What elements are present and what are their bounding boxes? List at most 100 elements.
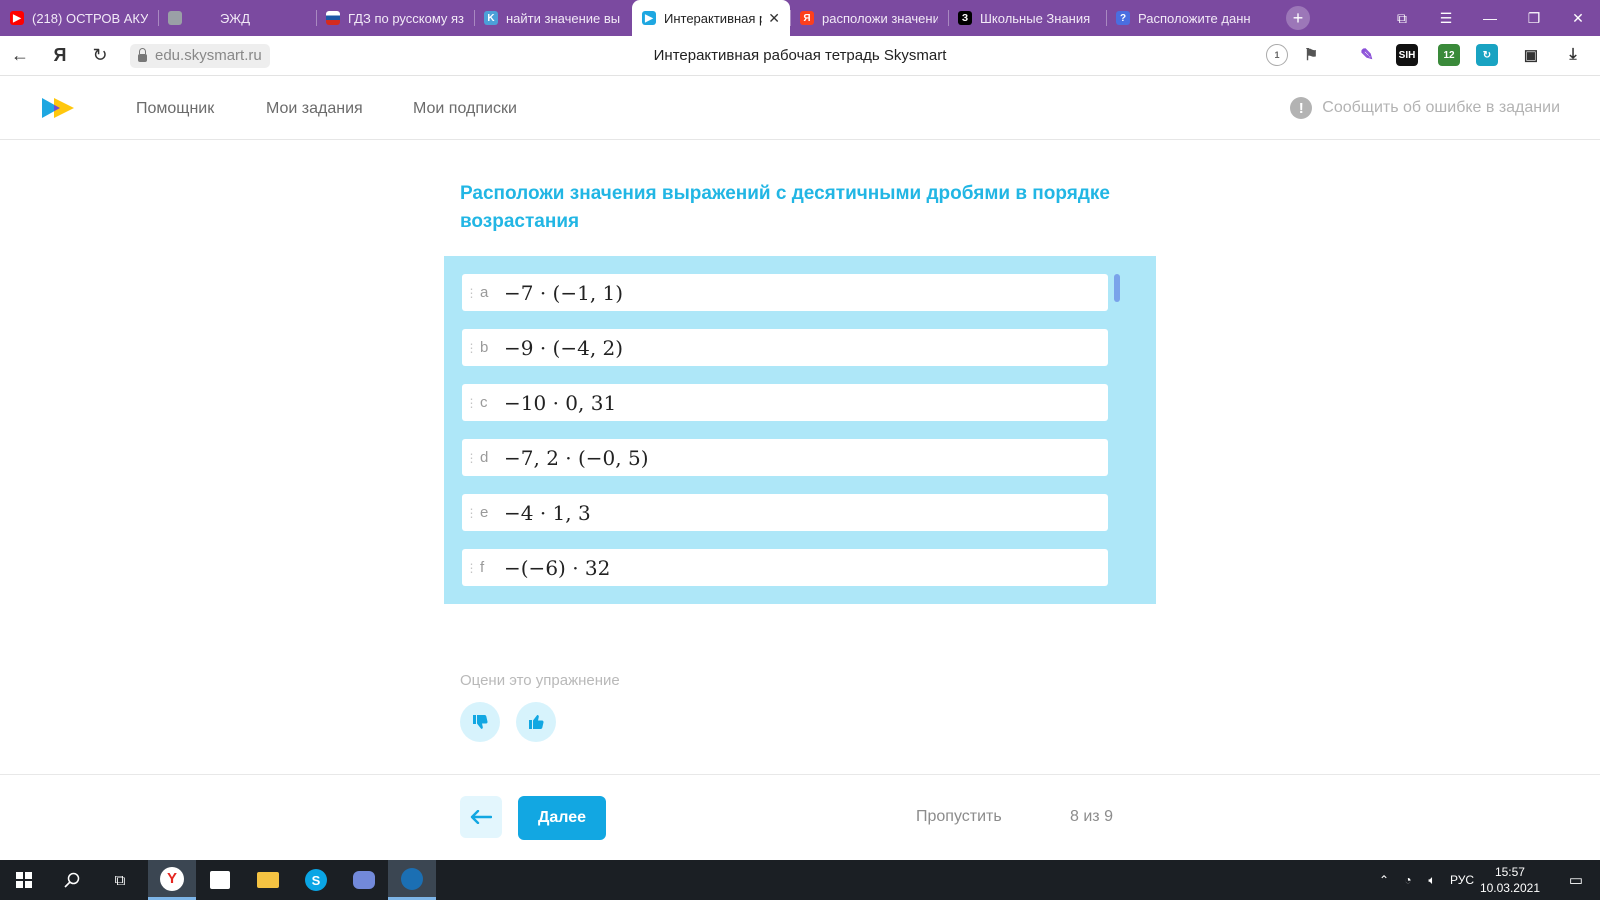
notifications-icon[interactable]: ▭ (1552, 860, 1600, 900)
collections-icon[interactable]: ▣ (1520, 44, 1542, 66)
browser-tab[interactable]: ? Расположите данн (1106, 0, 1264, 36)
reload-icon[interactable]: ↻ (80, 45, 120, 66)
next-button[interactable]: Далее (518, 796, 606, 840)
draggable-item[interactable]: ⋮ c −10 · 0, 31 (462, 384, 1108, 421)
draggable-item[interactable]: ⋮ d −7, 2 · (−0, 5) (462, 439, 1108, 476)
draggable-item[interactable]: ⋮ e −4 · 1, 3 (462, 494, 1108, 531)
yandex-icon: Я (800, 11, 814, 25)
arrow-left-icon (470, 810, 492, 824)
exclamation-icon: ! (1290, 97, 1313, 119)
thumbs-down-button[interactable] (460, 702, 500, 742)
back-arrow-icon[interactable]: ← (0, 45, 40, 66)
drag-handle-icon[interactable]: ⋮ (464, 396, 478, 410)
item-expression: −10 · 0, 31 (504, 390, 617, 415)
tab-label: (218) ОСТРОВ АКУЛ (32, 10, 148, 26)
close-window-icon[interactable]: ✕ (1556, 10, 1600, 27)
tab-label: найти значение вы (506, 10, 621, 26)
address-bar: ← Я ↻ edu.skysmart.ru Интерактивная рабо… (0, 36, 1600, 76)
skype-icon[interactable]: S (292, 860, 340, 900)
tab-label: Расположите данн (1138, 10, 1251, 26)
drag-handle-icon[interactable]: ⋮ (464, 451, 478, 465)
refresh-extension-icon[interactable]: ↻ (1476, 44, 1498, 66)
minimize-icon[interactable]: — (1468, 10, 1512, 26)
report-error-link[interactable]: ! Сообщить об ошибке в задании (1290, 97, 1560, 119)
draggable-item[interactable]: ⋮ a −7 · (−1, 1) (462, 274, 1108, 311)
rate-exercise-label: Оцени это упражнение (460, 672, 620, 689)
item-expression: −7, 2 · (−0, 5) (504, 445, 649, 470)
task-view-icon[interactable]: ⧉ (96, 860, 144, 900)
lock-icon (138, 47, 147, 62)
close-tab-icon[interactable]: ✕ (768, 10, 780, 27)
progress-indicator: 8 из 9 (1070, 808, 1113, 825)
tabs-menu-icon[interactable]: ⧉ (1380, 10, 1424, 27)
exercise-title: Расположи значения выражений с десятичны… (460, 183, 1110, 232)
extension-badge-icon[interactable]: 12 (1438, 44, 1460, 66)
language-indicator[interactable]: РУС (1444, 873, 1480, 887)
network-icon[interactable]: ◔ (1396, 873, 1420, 887)
new-tab-button[interactable]: + (1286, 6, 1310, 30)
tab-label: Интерактивная р (664, 10, 763, 26)
sih-extension-icon[interactable]: SIH (1396, 44, 1418, 66)
znanija-icon: З (958, 11, 972, 25)
report-error-label: Сообщить об ошибке в задании (1322, 99, 1560, 116)
thumbs-up-button[interactable] (516, 702, 556, 742)
bookmark-icon[interactable]: ⚑ (1300, 44, 1322, 66)
thumbs-down-icon (473, 715, 488, 729)
tab-label: ЭЖД (220, 10, 250, 26)
browser-tab[interactable]: ▶ (218) ОСТРОВ АКУЛ (0, 0, 158, 36)
skip-button[interactable]: Пропустить (916, 808, 1002, 826)
system-tray: ⌃ ◔ 🔈︎ РУС (1372, 860, 1480, 900)
volume-icon[interactable]: 🔈︎ (1420, 873, 1444, 888)
yandex-home-icon[interactable]: Я (40, 45, 80, 66)
item-expression: −9 · (−4, 2) (504, 335, 624, 360)
ordering-panel: ⋮ a −7 · (−1, 1) ⋮ b −9 · (−4, 2) ⋮ c −1… (444, 256, 1156, 604)
window-controls: ⧉ ☰ — ❐ ✕ (1380, 0, 1600, 36)
nav-my-subscriptions[interactable]: Мои подписки (413, 100, 517, 118)
url-field[interactable]: edu.skysmart.ru (130, 43, 270, 68)
nav-my-tasks[interactable]: Мои задания (266, 100, 363, 118)
back-button[interactable] (460, 796, 502, 838)
drag-handle-icon[interactable]: ⋮ (464, 341, 478, 355)
browser-tab[interactable]: ЭЖД (158, 0, 316, 36)
restore-icon[interactable]: ❐ (1512, 10, 1556, 27)
pen-icon[interactable]: ✎ (1356, 44, 1378, 66)
browser-tab-active[interactable]: ▶ Интерактивная р ✕ (632, 0, 790, 36)
draggable-item[interactable]: ⋮ f −(−6) · 32 (462, 549, 1108, 586)
file-explorer-icon[interactable] (244, 860, 292, 900)
scrollbar-thumb[interactable] (1114, 274, 1120, 302)
question-icon: ? (1116, 11, 1130, 25)
item-letter: b (480, 339, 489, 356)
skysmart-logo-icon[interactable] (40, 95, 76, 121)
protect-icon[interactable]: 1 (1266, 44, 1288, 66)
yandex-browser-taskbar-icon[interactable]: Y (148, 860, 196, 900)
steam-icon[interactable] (388, 860, 436, 900)
thumbs-up-icon (529, 714, 544, 729)
drag-handle-icon[interactable]: ⋮ (464, 286, 478, 300)
draggable-item[interactable]: ⋮ b −9 · (−4, 2) (462, 329, 1108, 366)
clock[interactable]: 15:57 10.03.2021 (1480, 864, 1540, 896)
tab-label: расположи значени (822, 10, 938, 26)
footer-divider (0, 774, 1600, 775)
drag-handle-icon[interactable]: ⋮ (464, 561, 478, 575)
tab-label: ГДЗ по русскому яз (348, 10, 464, 26)
nav-helper[interactable]: Помощник (136, 100, 214, 118)
url-text: edu.skysmart.ru (155, 47, 262, 64)
store-icon[interactable] (196, 860, 244, 900)
item-expression: −4 · 1, 3 (504, 500, 591, 525)
chevron-up-icon[interactable]: ⌃ (1372, 873, 1396, 887)
drag-handle-icon[interactable]: ⋮ (464, 506, 478, 520)
clock-time: 15:57 (1494, 865, 1525, 879)
windows-start-icon[interactable] (0, 860, 48, 900)
browser-tab[interactable]: ГДЗ по русскому яз (316, 0, 474, 36)
download-icon[interactable]: ⤓ (1562, 44, 1584, 66)
hamburger-menu-icon[interactable]: ☰ (1424, 10, 1468, 27)
search-icon[interactable] (48, 860, 96, 900)
browser-tab-strip: ▶ (218) ОСТРОВ АКУЛ ЭЖД ГДЗ по русскому … (0, 0, 1600, 36)
item-expression: −(−6) · 32 (504, 555, 611, 580)
site-icon: K (484, 11, 498, 25)
browser-tab[interactable]: З Школьные Знания (948, 0, 1106, 36)
discord-icon[interactable] (340, 860, 388, 900)
browser-tab[interactable]: Я расположи значени (790, 0, 948, 36)
browser-tab[interactable]: K найти значение вы (474, 0, 632, 36)
russian-flag-icon (326, 11, 340, 25)
